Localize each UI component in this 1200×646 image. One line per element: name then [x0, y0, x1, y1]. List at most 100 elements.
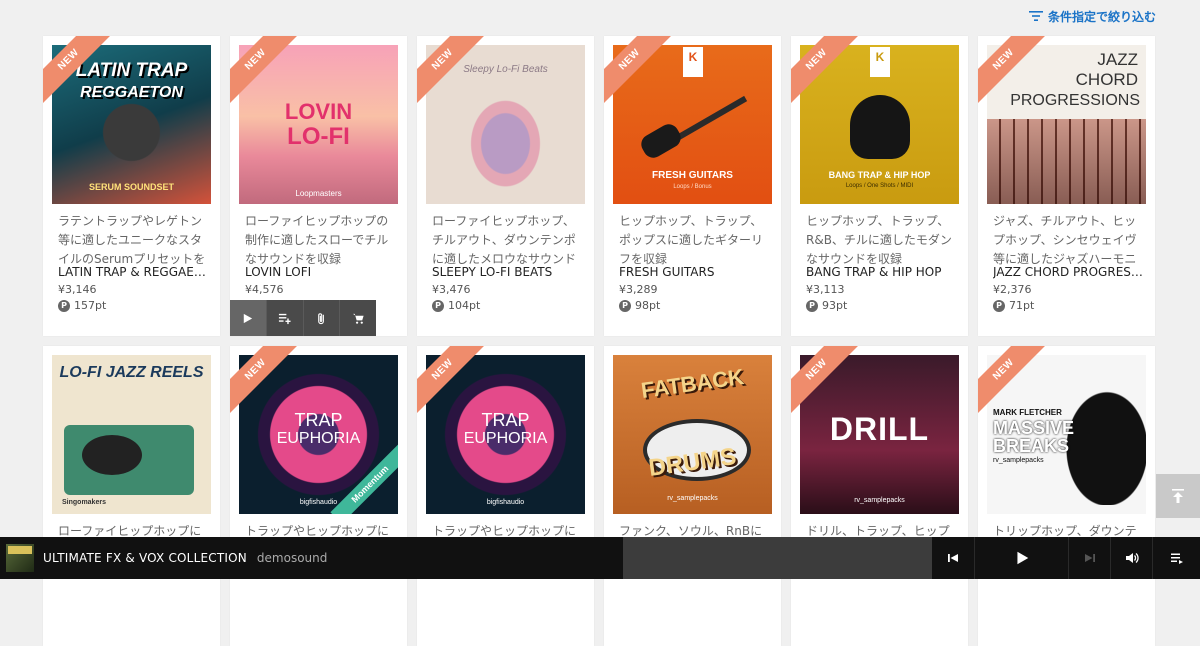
artwork-text: JAZZ: [1097, 50, 1138, 69]
product-description: ヒップホップ、トラップ、ポップスに適したギターリフを収録: [619, 214, 764, 266]
product-card[interactable]: MARK FLETCHER MASSIVE BREAKS rv_samplepa…: [978, 346, 1155, 646]
product-price: ¥4,576: [245, 283, 284, 296]
artwork-text: LO-FI: [287, 123, 350, 150]
artwork-text: FRESH GUITARS: [652, 170, 733, 181]
artwork-text: Loops / One Shots / MIDI: [845, 183, 914, 189]
points-value: 157pt: [74, 299, 107, 312]
product-price: ¥3,476: [432, 283, 471, 296]
product-points: P 98pt: [619, 299, 660, 312]
product-price: ¥2,376: [993, 283, 1032, 296]
artwork-text: LOVIN: [284, 99, 353, 124]
product-card[interactable]: TRAP EUPHORIA bigfishaudio Momentum NEW …: [230, 346, 407, 646]
arrow-up-icon: [1172, 489, 1184, 503]
playlist-add-icon: [279, 313, 291, 324]
artwork-text: TRAP: [481, 410, 530, 430]
product-description: ジャズ、チルアウト、ヒップホップ、シンセウェイヴ等に適したジャズハーモニー: [993, 214, 1137, 266]
artwork-text: PROGRESSIONS: [1010, 92, 1140, 109]
artwork-text: Singomakers: [62, 499, 106, 506]
artwork-text: Loops / Bonus: [673, 184, 712, 190]
next-track-button[interactable]: [1069, 537, 1110, 579]
play-button[interactable]: [230, 300, 267, 336]
progress-bar[interactable]: [623, 537, 932, 579]
product-card[interactable]: K BANG TRAP & HIP HOP Loops / One Shots …: [791, 36, 968, 336]
card-hover-actions: [230, 300, 376, 336]
product-card[interactable]: K FRESH GUITARS Loops / Bonus NEW ヒップホップ…: [604, 36, 781, 336]
add-to-playlist-button[interactable]: [267, 300, 304, 336]
product-points: P 71pt: [993, 299, 1034, 312]
points-value: 98pt: [635, 299, 661, 312]
artwork-text: rv_samplepacks: [854, 497, 905, 504]
artwork-text: EUPHORIA: [463, 430, 548, 447]
product-card[interactable]: JAZZ CHORD PROGRESSIONS NEW ジャズ、チルアウト、ヒッ…: [978, 36, 1155, 336]
product-points: P 93pt: [806, 299, 847, 312]
artwork-text: EUPHORIA: [276, 430, 361, 447]
cart-icon: [352, 313, 364, 324]
product-card[interactable]: LOVIN LO-FI Loopmasters NEW ローファイヒップホップの…: [230, 36, 407, 336]
product-card[interactable]: LATIN TRAP REGGAETON SERUM SOUNDSET NEW …: [43, 36, 220, 336]
product-title[interactable]: JAZZ CHORD PROGRESSIONS: [993, 265, 1143, 279]
playlist-button[interactable]: [1153, 537, 1200, 579]
product-title[interactable]: SLEEPY LO-FI BEATS: [432, 265, 582, 279]
now-playing-title: ULTIMATE FX & VOX COLLECTION: [43, 551, 247, 565]
brand-logo: K: [870, 47, 890, 77]
product-card[interactable]: DRILL rv_samplepacks NEW ドリル、トラップ、ヒップ: [791, 346, 968, 646]
product-price: ¥3,289: [619, 283, 658, 296]
points-icon: P: [619, 299, 631, 312]
artwork-text: SERUM SOUNDSET: [88, 182, 174, 192]
skip-next-icon: [1084, 554, 1095, 562]
artwork-text: MARK FLETCHER: [993, 408, 1062, 417]
artwork-text: bigfishaudio: [299, 499, 338, 506]
add-to-cart-button[interactable]: [340, 300, 376, 336]
now-playing-thumbnail[interactable]: [6, 544, 34, 572]
product-points: P 104pt: [432, 299, 480, 312]
artwork-text: BREAKS: [993, 436, 1070, 456]
artwork-text: TRAP: [294, 410, 343, 430]
product-price: ¥3,146: [58, 283, 97, 296]
artwork-text: LO-FI JAZZ REELS: [59, 364, 204, 381]
product-points: P 157pt: [58, 299, 106, 312]
artwork-text: CHORD: [1075, 70, 1138, 89]
previous-track-button[interactable]: [932, 537, 974, 579]
points-icon: P: [806, 299, 818, 312]
artwork-text: REGGAETON: [80, 84, 183, 101]
attach-button[interactable]: [304, 300, 341, 336]
product-description: ローファイヒップホップの制作に適したスローでチルなサウンドを収録: [245, 214, 389, 266]
points-icon: P: [993, 299, 1005, 312]
product-artwork[interactable]: LO-FI JAZZ REELS Singomakers: [52, 355, 211, 514]
product-description: ラテントラップやレゲトン等に適したユニークなスタイルのSerumプリセットを: [58, 214, 206, 266]
points-icon: P: [58, 299, 70, 312]
volume-icon: [1125, 553, 1139, 563]
product-description: ローファイヒップホップ、チルアウト、ダウンテンポに適したメロウなサウンド: [432, 214, 577, 266]
artwork-text: BANG TRAP & HIP HOP: [828, 170, 931, 180]
product-card[interactable]: Sleepy Lo-Fi Beats NEW ローファイヒップホップ、チルアウト…: [417, 36, 594, 336]
play-icon: [1016, 551, 1028, 565]
volume-button[interactable]: [1111, 537, 1152, 579]
filter-link[interactable]: 条件指定で絞り込む: [1028, 8, 1156, 24]
product-artwork[interactable]: FATBACK DRUMS rv_samplepacks: [613, 355, 772, 514]
product-title[interactable]: FRESH GUITARS: [619, 265, 769, 279]
artwork-text: rv_samplepacks: [993, 457, 1044, 464]
points-icon: P: [432, 299, 444, 312]
product-title[interactable]: LATIN TRAP & REGGAETON: [58, 265, 208, 279]
artwork-text: Loopmasters: [295, 189, 342, 198]
scroll-to-top-button[interactable]: [1156, 474, 1200, 518]
play-icon: [244, 313, 253, 323]
product-price: ¥3,113: [806, 283, 845, 296]
points-value: 104pt: [448, 299, 481, 312]
filter-label: 条件指定で絞り込む: [1047, 9, 1156, 24]
product-card[interactable]: LO-FI JAZZ REELS Singomakers ローファイヒップホップ…: [43, 346, 220, 646]
play-pause-button[interactable]: [975, 537, 1068, 579]
playlist-icon: [1170, 553, 1183, 564]
artwork-text: bigfishaudio: [486, 499, 525, 506]
artwork-text: DRILL: [829, 411, 930, 447]
artwork-text: rv_samplepacks: [667, 495, 718, 502]
points-value: 93pt: [822, 299, 848, 312]
product-card[interactable]: FATBACK DRUMS rv_samplepacks ファンク、ソウル、Rn…: [604, 346, 781, 646]
points-value: 71pt: [1009, 299, 1035, 312]
now-playing-artist: demosound: [256, 551, 328, 565]
brand-logo: K: [683, 47, 703, 77]
product-title[interactable]: LOVIN LOFI: [245, 265, 395, 279]
product-title[interactable]: BANG TRAP & HIP HOP: [806, 265, 956, 279]
product-card[interactable]: TRAP EUPHORIA bigfishaudio NEW トラップやヒップホ…: [417, 346, 594, 646]
product-description: ヒップホップ、トラップ、R&B、チルに適したモダンなサウンドを収録: [806, 214, 952, 266]
